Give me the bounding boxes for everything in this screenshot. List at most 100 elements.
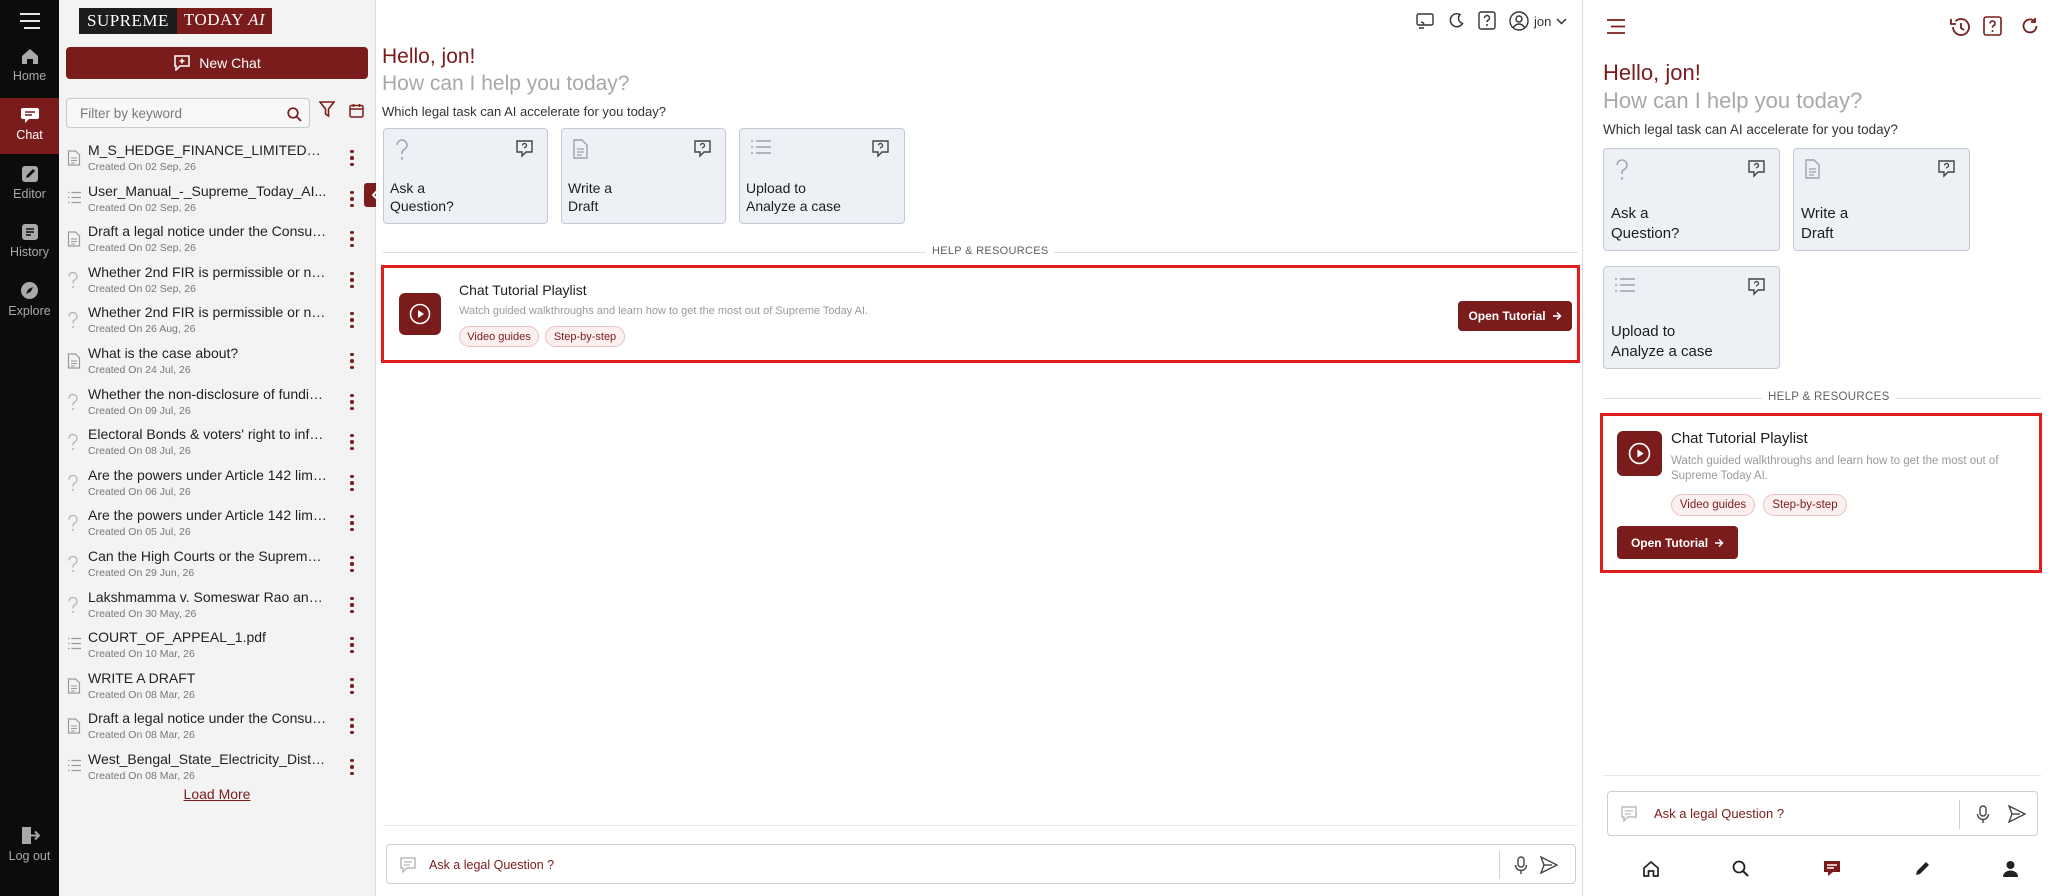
chevron-down-icon: [1556, 17, 1567, 25]
filter-icon[interactable]: [319, 101, 335, 118]
list-icon: [67, 759, 82, 772]
chat-list-item[interactable]: What is the case about? Created On 24 Jul…: [59, 343, 375, 383]
chat-icon[interactable]: [1822, 859, 1842, 878]
mobile-task-card-ask-question[interactable]: Ask a Question?: [1603, 148, 1780, 251]
chat-item-date: Created On 26 Aug, 26: [88, 323, 196, 335]
chat-list-item[interactable]: Lakshmamma v. Someswar Rao and Others Cre…: [59, 587, 375, 627]
chat-item-title: Whether 2nd FIR is permissible or not...: [88, 304, 328, 320]
edit-icon[interactable]: [1914, 860, 1931, 877]
chip-step-by-step[interactable]: Step-by-step: [545, 326, 625, 347]
chat-list-item[interactable]: WRITE A DRAFT Created On 08 Mar, 26: [59, 668, 375, 708]
mobile-task-card-upload-analyze[interactable]: Upload to Analyze a case: [1603, 266, 1780, 369]
rail-chat[interactable]: Chat: [0, 98, 59, 154]
search-icon[interactable]: [287, 107, 302, 122]
mobile-task-card-write-draft[interactable]: Write a Draft: [1793, 148, 1970, 251]
microphone-icon[interactable]: [1976, 805, 1990, 824]
chat-list-item[interactable]: User_Manual_-_Supreme_Today_AI... Created…: [59, 181, 375, 221]
more-options-icon[interactable]: [346, 595, 358, 615]
more-options-icon[interactable]: [346, 270, 358, 290]
chat-bubble-icon: [516, 140, 533, 158]
hamburger-menu-icon[interactable]: [1606, 18, 1626, 35]
mobile-task-prompt: Which legal task can AI accelerate for y…: [1603, 122, 1898, 137]
more-options-icon[interactable]: [346, 392, 358, 412]
rail-home[interactable]: Home: [0, 47, 59, 93]
chat-list-item[interactable]: Draft a legal notice under the Consumer.…: [59, 708, 375, 748]
send-icon[interactable]: [2008, 805, 2026, 823]
more-options-icon[interactable]: [346, 310, 358, 330]
more-options-icon[interactable]: [346, 757, 358, 777]
more-options-icon[interactable]: [346, 473, 358, 493]
new-chat-button[interactable]: New Chat: [66, 47, 368, 79]
filter-keyword-input[interactable]: Filter by keyword: [66, 98, 310, 128]
rail-explore-label: Explore: [8, 304, 51, 318]
chat-list-item[interactable]: West_Bengal_State_Electricity_Distributi…: [59, 749, 375, 789]
prompt-library-icon[interactable]: [1620, 805, 1640, 823]
more-options-icon[interactable]: [346, 635, 358, 655]
logout-button[interactable]: Log out: [0, 826, 59, 872]
mobile-open-tutorial-button[interactable]: Open Tutorial: [1617, 526, 1738, 559]
chat-list-item[interactable]: M_S_HEDGE_FINANCE_LIMITED_vs_... Created …: [59, 140, 375, 180]
chat-list-item[interactable]: Whether 2nd FIR is permissible or not...…: [59, 302, 375, 342]
mobile-greeting: Hello, jon!: [1603, 60, 1701, 85]
theme-toggle-icon[interactable]: [1448, 12, 1465, 29]
ask-question-input[interactable]: Ask a legal Question ?: [386, 844, 1576, 884]
more-options-icon[interactable]: [346, 351, 358, 371]
question-icon: [1616, 159, 1628, 180]
search-icon[interactable]: [1732, 860, 1749, 877]
calendar-icon[interactable]: [349, 103, 364, 118]
chat-item-date: Created On 30 May, 26: [88, 608, 197, 620]
more-options-icon[interactable]: [346, 189, 358, 209]
open-tutorial-button[interactable]: Open Tutorial: [1458, 301, 1572, 331]
more-options-icon[interactable]: [346, 229, 358, 249]
more-options-icon[interactable]: [346, 148, 358, 168]
chip-video-guides[interactable]: Video guides: [459, 326, 539, 347]
tutorial-play-button[interactable]: [399, 293, 441, 335]
mobile-tutorial-card: Chat Tutorial Playlist Watch guided walk…: [1600, 413, 2042, 573]
task-card-write-draft[interactable]: Write a Draft: [561, 128, 726, 224]
history-icon[interactable]: [1949, 17, 1971, 37]
chat-list-item[interactable]: Electoral Bonds & voters' right to info.…: [59, 424, 375, 464]
rail-editor[interactable]: Editor: [0, 165, 59, 211]
more-options-icon[interactable]: [346, 554, 358, 574]
screen-cast-icon[interactable]: [1416, 13, 1434, 29]
logo-today-text: TODAY: [183, 10, 244, 29]
rail-explore[interactable]: Explore: [0, 281, 59, 327]
mobile-tutorial-play-button[interactable]: [1617, 431, 1662, 476]
rail-editor-label: Editor: [13, 187, 46, 201]
task-card-ask-question[interactable]: Ask a Question?: [383, 128, 548, 224]
help-icon[interactable]: [1478, 11, 1496, 30]
task-upload-line2: Analyze a case: [746, 198, 841, 215]
task-ask-line1: Ask a: [390, 180, 426, 196]
user-avatar-icon: [1509, 11, 1529, 31]
task-ask-label: Ask a Question?: [390, 179, 454, 215]
more-options-icon[interactable]: [346, 716, 358, 736]
help-icon[interactable]: [1983, 16, 2002, 36]
chat-list-item[interactable]: Can the High Courts or the Supreme Court…: [59, 546, 375, 586]
question-icon: [67, 556, 79, 573]
home-icon[interactable]: [1642, 860, 1660, 877]
chat-list-item[interactable]: Are the powers under Article 142 limited…: [59, 505, 375, 545]
chat-list-item[interactable]: Draft a legal notice under the Consumer.…: [59, 221, 375, 261]
task-card-upload-analyze[interactable]: Upload to Analyze a case: [739, 128, 905, 224]
user-menu[interactable]: jon: [1509, 10, 1567, 32]
prompt-library-icon[interactable]: [399, 856, 419, 874]
rail-history[interactable]: History: [0, 223, 59, 269]
more-options-icon[interactable]: [346, 513, 358, 533]
supreme-today-logo[interactable]: SUPREME TODAY AI: [79, 8, 273, 34]
refresh-icon[interactable]: [2021, 17, 2039, 35]
microphone-icon[interactable]: [1514, 856, 1528, 875]
chat-list-item[interactable]: Are the powers under Article 142 limited…: [59, 465, 375, 505]
hamburger-menu-icon[interactable]: [19, 12, 41, 30]
mobile-chip-step-by-step[interactable]: Step-by-step: [1763, 494, 1847, 516]
chat-list-item[interactable]: Whether the non-disclosure of funding...…: [59, 384, 375, 424]
load-more-link[interactable]: Load More: [59, 786, 375, 802]
send-icon[interactable]: [1540, 856, 1558, 874]
chat-list-item[interactable]: Whether 2nd FIR is permissible or not...…: [59, 262, 375, 302]
mobile-ask-question-input[interactable]: Ask a legal Question ?: [1607, 791, 2038, 836]
user-icon[interactable]: [2002, 860, 2019, 877]
more-options-icon[interactable]: [346, 676, 358, 696]
list-icon: [67, 191, 82, 204]
chat-list-item[interactable]: COURT_OF_APPEAL_1.pdf Created On 10 Mar, …: [59, 627, 375, 667]
more-options-icon[interactable]: [346, 432, 358, 452]
mobile-chip-video-guides[interactable]: Video guides: [1671, 494, 1755, 516]
